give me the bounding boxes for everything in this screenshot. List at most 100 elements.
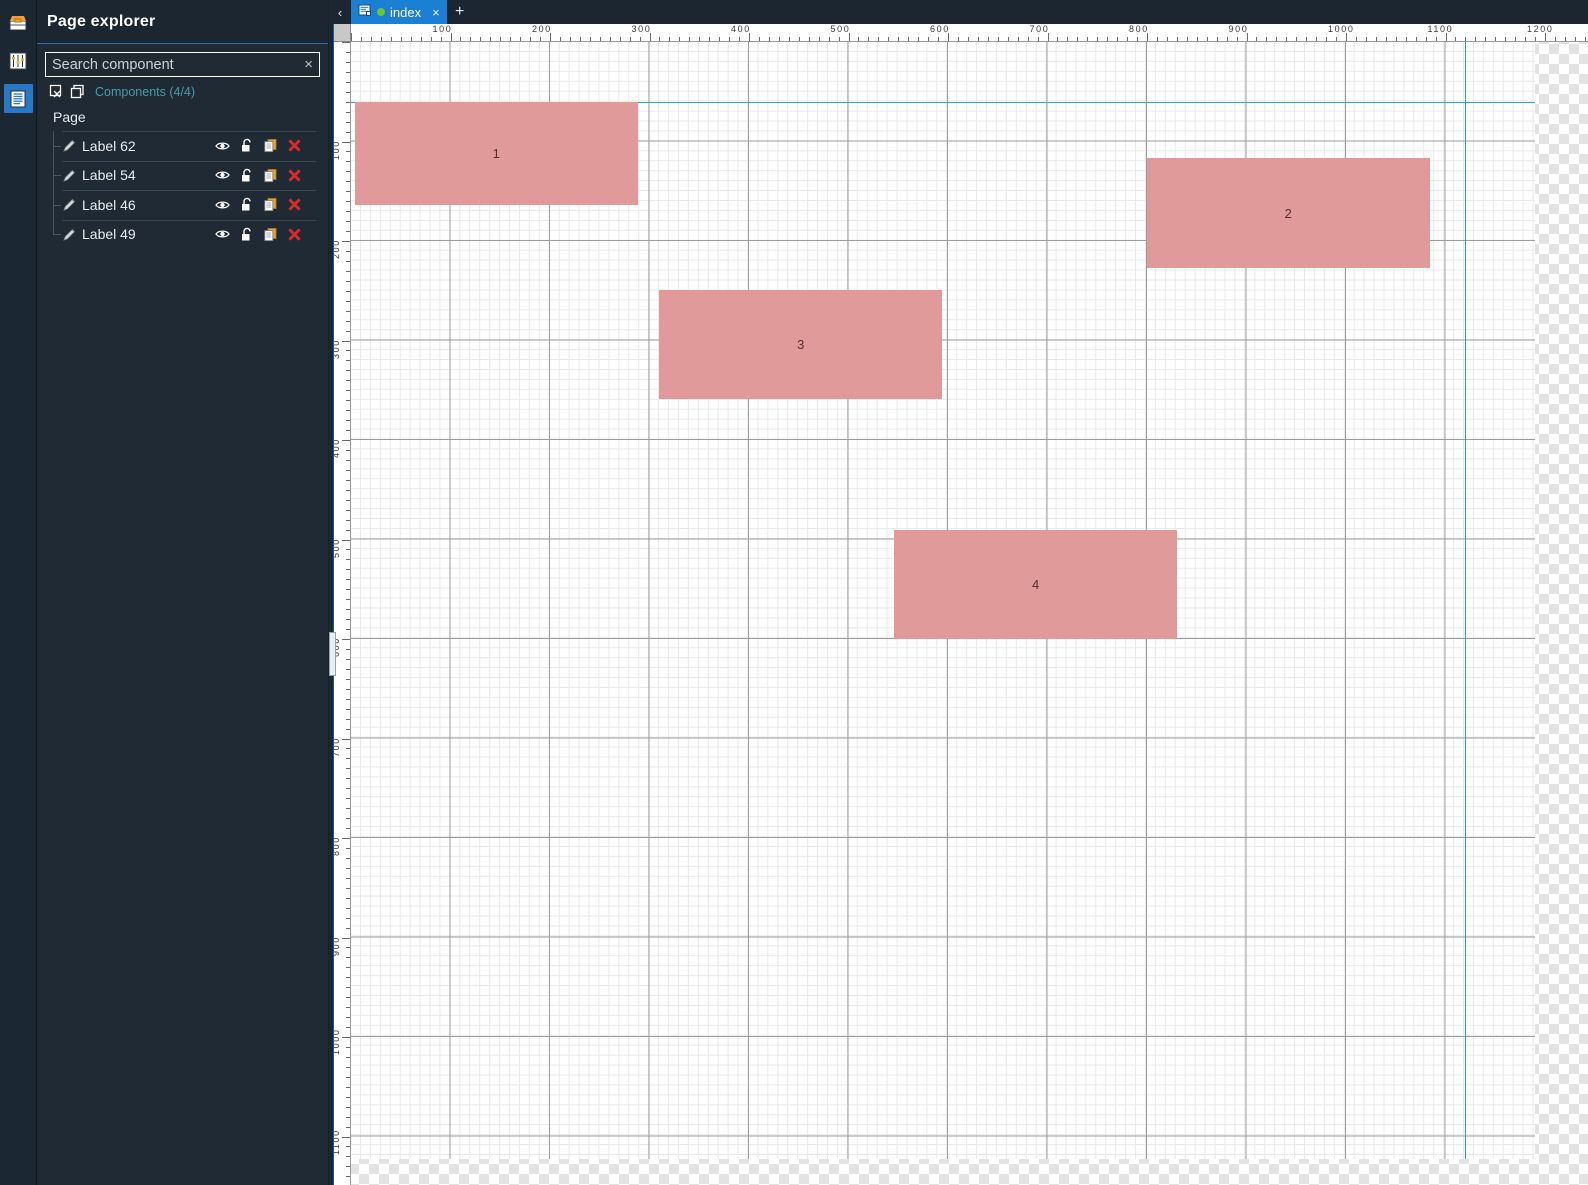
vertical-guide[interactable] (1465, 42, 1467, 1159)
ruler-tick (1246, 33, 1248, 41)
ruler-tick (346, 788, 350, 790)
ruler-tick (346, 1076, 350, 1078)
eye-icon[interactable] (215, 138, 230, 153)
search-component-box[interactable]: × (45, 52, 320, 77)
ruler-tick (450, 33, 452, 41)
ruler-tick (346, 420, 350, 422)
components-count-label: Components (4/4) (95, 84, 196, 99)
ruler-tick (1266, 37, 1268, 41)
ruler-tick (1236, 37, 1238, 41)
ruler-tick (430, 37, 432, 41)
list-item[interactable]: Label 62 (53, 131, 320, 161)
canvas-component[interactable]: 2 (1147, 158, 1430, 268)
eye-icon[interactable] (215, 227, 230, 242)
ruler-tick (346, 221, 350, 223)
ruler-tick (1097, 37, 1099, 41)
ruler-tick (346, 847, 350, 849)
delete-icon[interactable] (287, 227, 302, 242)
unlock-icon[interactable] (239, 168, 254, 183)
list-item[interactable]: Label 49 (53, 219, 320, 250)
deselect-all-icon[interactable] (49, 84, 64, 99)
ruler-tick (778, 37, 780, 41)
ruler-tick (579, 37, 581, 41)
delete-icon[interactable] (287, 197, 302, 212)
search-input[interactable] (52, 56, 301, 73)
ruler-tick (346, 400, 350, 402)
ruler-tick (440, 37, 442, 41)
ruler-tick (346, 867, 350, 869)
ruler-tick (346, 648, 350, 650)
unlock-icon[interactable] (239, 138, 254, 153)
select-all-icon[interactable] (70, 84, 85, 99)
page-explorer-panel: Page explorer × (37, 0, 329, 1185)
duplicate-icon[interactable] (263, 197, 278, 212)
panel-body: × Components (4/4) Page (37, 44, 328, 1185)
delete-icon[interactable] (287, 138, 302, 153)
close-icon[interactable]: × (432, 5, 440, 20)
chevron-left-icon[interactable]: ‹ (329, 0, 351, 24)
ruler-label: 800 (1129, 24, 1149, 34)
ruler-tick (689, 37, 691, 41)
list-item-label: Label 49 (82, 226, 136, 243)
ruler-tick (530, 37, 532, 41)
ruler-tick (1336, 37, 1338, 41)
tab-index[interactable]: index × (351, 0, 447, 24)
ruler-tick (798, 37, 800, 41)
eye-icon[interactable] (215, 197, 230, 212)
ruler-tick (346, 370, 350, 372)
duplicate-icon[interactable] (263, 168, 278, 183)
label-component-icon (62, 197, 77, 212)
design-canvas[interactable]: 1 2 3 4 (351, 42, 1535, 1159)
canvas-component[interactable]: 4 (894, 529, 1177, 639)
ruler-tick (346, 768, 350, 770)
horizontal-ruler[interactable]: 100 200 300 400 500 600 700 800 900 1000 1100 1200 (351, 24, 1588, 42)
duplicate-icon[interactable] (263, 227, 278, 242)
page-explorer-icon[interactable] (3, 84, 33, 113)
ruler-tick (1176, 37, 1178, 41)
canvas-component[interactable]: 1 (354, 101, 638, 206)
ruler-tick (342, 42, 350, 43)
ruler-label: 100 (432, 24, 453, 34)
label-component-icon (62, 168, 77, 183)
ruler-tick (888, 37, 890, 41)
ruler-tick (346, 818, 350, 820)
ruler-tick (699, 37, 701, 41)
ruler-tick (342, 141, 350, 143)
list-item[interactable]: Label 54 (53, 160, 320, 191)
ruler-tick (1147, 33, 1148, 41)
ruler-tick (346, 290, 350, 292)
list-item[interactable]: Label 46 (53, 190, 320, 220)
ruler-label: 1200 (1527, 24, 1554, 34)
ruler-tick (1445, 33, 1447, 41)
canvas-viewport: 1 2 3 4 (351, 42, 1588, 1185)
ruler-tick (1475, 37, 1477, 41)
panel-splitter-handle[interactable] (329, 632, 336, 676)
ruler-tick (928, 37, 930, 41)
ruler-tick (342, 639, 350, 640)
row-divider (62, 190, 316, 191)
eye-icon[interactable] (215, 168, 230, 183)
ruler-tick (346, 828, 350, 830)
ruler-tick (346, 658, 350, 660)
delete-icon[interactable] (287, 168, 302, 183)
ruler-tick (346, 678, 350, 680)
toolbox-icon[interactable] (4, 8, 33, 37)
unlock-icon[interactable] (239, 227, 254, 242)
properties-icon[interactable] (4, 46, 33, 75)
duplicate-icon[interactable] (263, 138, 278, 153)
ruler-tick (1296, 37, 1298, 41)
unlock-icon[interactable] (239, 197, 254, 212)
add-tab-button[interactable]: + (447, 0, 473, 24)
editor-left-accent (333, 24, 334, 1185)
ruler-tick (346, 887, 350, 889)
close-icon[interactable]: × (300, 57, 313, 72)
ruler-tick (346, 449, 350, 451)
ruler-tick (346, 270, 350, 272)
row-actions (215, 168, 320, 183)
ruler-tick (808, 37, 810, 41)
canvas-component[interactable]: 3 (659, 289, 943, 400)
ruler-tick (346, 977, 350, 979)
ruler-tick (346, 1146, 350, 1148)
ruler-tick (346, 360, 350, 362)
ruler-tick (938, 37, 940, 41)
